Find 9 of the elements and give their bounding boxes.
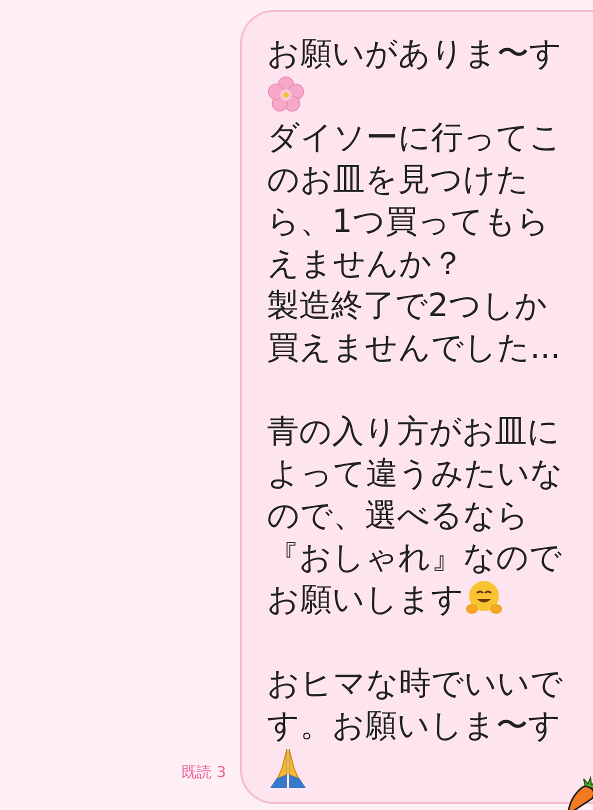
carrot-icon xyxy=(565,776,593,810)
message-text: ダイソーに行ってこのお皿を見つけたら、1つ買ってもらえませんか？ xyxy=(267,118,562,282)
message-text: 青の入り方がお皿によって違うみたいなので、選べるなら『おしゃれ』なので xyxy=(267,412,563,576)
message-text: お願いします xyxy=(267,580,464,618)
message-text: おヒマな時でいいです。お願いしま〜す xyxy=(267,664,563,744)
message-text: お願いがありま〜す xyxy=(267,34,562,72)
blossom-icon xyxy=(267,76,305,114)
message-text: 製造終了で2つしか買えませんでした... xyxy=(267,286,561,366)
read-receipt: 既読 3 xyxy=(182,763,226,782)
